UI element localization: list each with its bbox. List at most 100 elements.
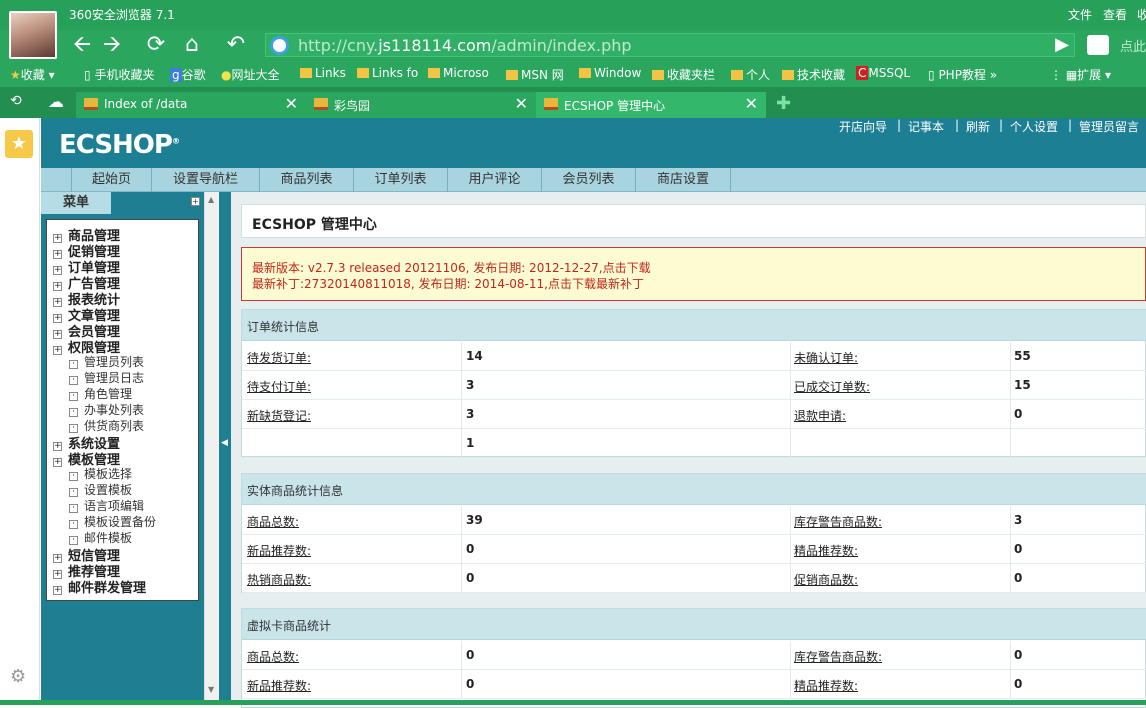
address-bar[interactable]: http://cny.js118114.com/admin/index.php (265, 33, 1075, 57)
link-admin-message[interactable]: 管理员留言 (1079, 118, 1139, 135)
close-icon[interactable]: ✕ (745, 94, 758, 113)
notice-version[interactable]: 最新版本: v2.7.3 released 20121106, 发布日期: 20… (252, 259, 651, 276)
scroll-up-icon[interactable]: ▲ (208, 195, 214, 204)
cell-divider (1010, 342, 1011, 371)
bookmark-personal[interactable]: 个人 (731, 66, 770, 83)
bookmark-links[interactable]: Links (300, 66, 346, 80)
nav-goods-list[interactable]: 商品列表 (259, 168, 353, 192)
collapse-arrow-icon[interactable]: ◀ (221, 438, 228, 448)
extensions-button[interactable]: ⋮ ▦扩展 ▾ (1050, 66, 1111, 83)
tab-ecshop[interactable]: ECSHOP 管理中心 ✕ (536, 92, 766, 118)
stat-label[interactable]: 精品推荐数: (794, 677, 858, 694)
menu-subitem[interactable]: · 模板选择 (69, 465, 132, 482)
cell-divider (790, 535, 791, 564)
scroll-down-icon[interactable]: ▼ (208, 685, 214, 694)
panel-splitter[interactable]: ◀ (219, 192, 231, 700)
link-refresh[interactable]: 刷新 (966, 118, 990, 135)
stat-label[interactable]: 新品推荐数: (247, 677, 311, 694)
new-tab-icon[interactable]: ✚ (776, 93, 791, 114)
bookmark-google[interactable]: g 谷歌 (170, 66, 206, 83)
menu-tab[interactable]: 菜单 (41, 192, 111, 214)
bookmark-mssql[interactable]: C MSSQL (856, 66, 910, 80)
favorite-star-icon[interactable]: ★ (5, 130, 33, 158)
stat-label[interactable]: 退款申请: (794, 407, 846, 424)
restore-icon[interactable]: ⟲ (10, 93, 22, 109)
ecshop-header: ECSHOP® 开店向导 | 记事本 | 刷新 | 个人设置 | 管理员留言 (41, 118, 1146, 168)
stat-value: 0 (1014, 677, 1023, 691)
bookmark-mobile[interactable]: ▯ 手机收藏夹 (84, 66, 154, 83)
nav-setup-navbar[interactable]: 设置导航栏 (151, 168, 259, 192)
bookmark-favorites[interactable]: ★收藏 ▾ (10, 66, 55, 83)
stat-label[interactable]: 新品推荐数: (247, 542, 311, 559)
nav-shop-settings[interactable]: 商店设置 (635, 168, 731, 192)
bookmark-links-fo[interactable]: Links fo (357, 66, 418, 80)
stat-label[interactable]: 精品推荐数: (794, 542, 858, 559)
menu-item[interactable]: + 邮件群发管理 (53, 577, 146, 596)
close-icon[interactable]: ✕ (515, 94, 528, 113)
expand-all-icon[interactable]: + (191, 197, 200, 206)
refresh-icon[interactable]: ⟳ (142, 32, 170, 58)
menu-scrollbar[interactable]: ▲ ▼ (204, 192, 219, 700)
separator: | (1068, 118, 1073, 132)
stat-label[interactable]: 新缺货登记: (247, 407, 311, 424)
menu-subitem[interactable]: · 管理员列表 (69, 353, 144, 370)
nav-order-list[interactable]: 订单列表 (353, 168, 447, 192)
menu-tree: + 商品管理 + 促销管理 + 订单管理 + 广告管理 + 报表统计 + 文章管理 + 会员管理 + 权限管理… (46, 219, 199, 601)
menu-favorites[interactable]: 收 (1137, 6, 1146, 23)
stat-label[interactable]: 库存警告商品数: (794, 513, 882, 530)
menu-subitem[interactable]: · 管理员日志 (69, 369, 144, 386)
cell-divider (1010, 506, 1011, 535)
tab-index-data[interactable]: Index of /data ✕ (76, 92, 306, 118)
bookmark-favbar[interactable]: 收藏夹栏 (652, 66, 715, 83)
menu-subitem[interactable]: · 供货商列表 (69, 417, 144, 434)
menu-subitem[interactable]: · 办事处列表 (69, 401, 144, 418)
main-nav: 起始页 设置导航栏 商品列表 订单列表 用户评论 会员列表 商店设置 (41, 168, 1146, 192)
url-text[interactable]: http://cny.js118114.com/admin/index.php (298, 36, 632, 55)
menu-view[interactable]: 查看 (1103, 6, 1127, 23)
bookmark-php[interactable]: ▯ PHP教程 » (928, 66, 997, 83)
tab-cainiaoyuan[interactable]: 彩鸟园 ✕ (306, 92, 536, 118)
ie-mode-icon[interactable] (270, 36, 289, 55)
stat-value: 0 (1014, 571, 1023, 585)
nav-comments[interactable]: 用户评论 (447, 168, 541, 192)
stat-label[interactable]: 促销商品数: (794, 571, 858, 588)
nav-users[interactable]: 会员列表 (541, 168, 635, 192)
forward-arrow-icon[interactable]: 🡪 (98, 32, 126, 58)
nav-start[interactable]: 起始页 (71, 168, 151, 192)
update-notice: 最新版本: v2.7.3 released 20121106, 发布日期: 20… (241, 247, 1146, 301)
bookmark-tech[interactable]: 技术收藏 (782, 66, 845, 83)
menu-subitem[interactable]: · 角色管理 (69, 385, 132, 402)
bookmark-msn[interactable]: MSN 网 (506, 66, 564, 83)
link-shop-wizard[interactable]: 开店向导 (839, 118, 887, 135)
settings-gear-icon[interactable]: ⚙ (10, 666, 26, 687)
back-arrow-icon[interactable]: 🡨 (68, 32, 96, 58)
stat-label[interactable]: 待发货订单: (247, 349, 311, 366)
bookmark-microso[interactable]: Microso (428, 66, 489, 80)
menu-subitem[interactable]: · 模板设置备份 (69, 513, 156, 530)
user-avatar[interactable] (9, 11, 57, 59)
menu-file[interactable]: 文件 (1068, 6, 1092, 23)
home-icon[interactable]: ⌂ (178, 32, 206, 58)
notice-patch[interactable]: 最新补丁:27320140811018, 发布日期: 2014-08-11,点击… (252, 275, 644, 292)
bookmark-hao[interactable]: ●网址大全 (221, 66, 280, 83)
stat-label[interactable]: 商品总数: (247, 648, 299, 665)
menu-subitem[interactable]: · 语言项编辑 (69, 497, 144, 514)
close-icon[interactable]: ✕ (285, 94, 298, 113)
link-personal-settings[interactable]: 个人设置 (1010, 118, 1058, 135)
stat-label[interactable]: 未确认订单: (794, 349, 858, 366)
link-notepad[interactable]: 记事本 (908, 118, 944, 135)
stat-label[interactable]: 库存警告商品数: (794, 648, 882, 665)
search-hint[interactable]: 点此 (1120, 36, 1146, 55)
cloud-icon[interactable]: ☁ (48, 92, 64, 111)
menu-subitem[interactable]: · 设置模板 (69, 481, 132, 498)
stat-label[interactable]: 热销商品数: (247, 571, 311, 588)
menu-subitem[interactable]: · 邮件模板 (69, 529, 132, 546)
paw-icon[interactable] (1087, 35, 1109, 55)
undo-icon[interactable]: ↶ (222, 32, 250, 58)
play-icon[interactable]: ▶ (1048, 32, 1076, 58)
stat-label[interactable]: 待支付订单: (247, 378, 311, 395)
stat-label[interactable]: 商品总数: (247, 513, 299, 530)
bookmark-window[interactable]: Window (579, 66, 641, 80)
cell-divider (461, 342, 462, 371)
stat-label[interactable]: 已成交订单数: (794, 378, 870, 395)
